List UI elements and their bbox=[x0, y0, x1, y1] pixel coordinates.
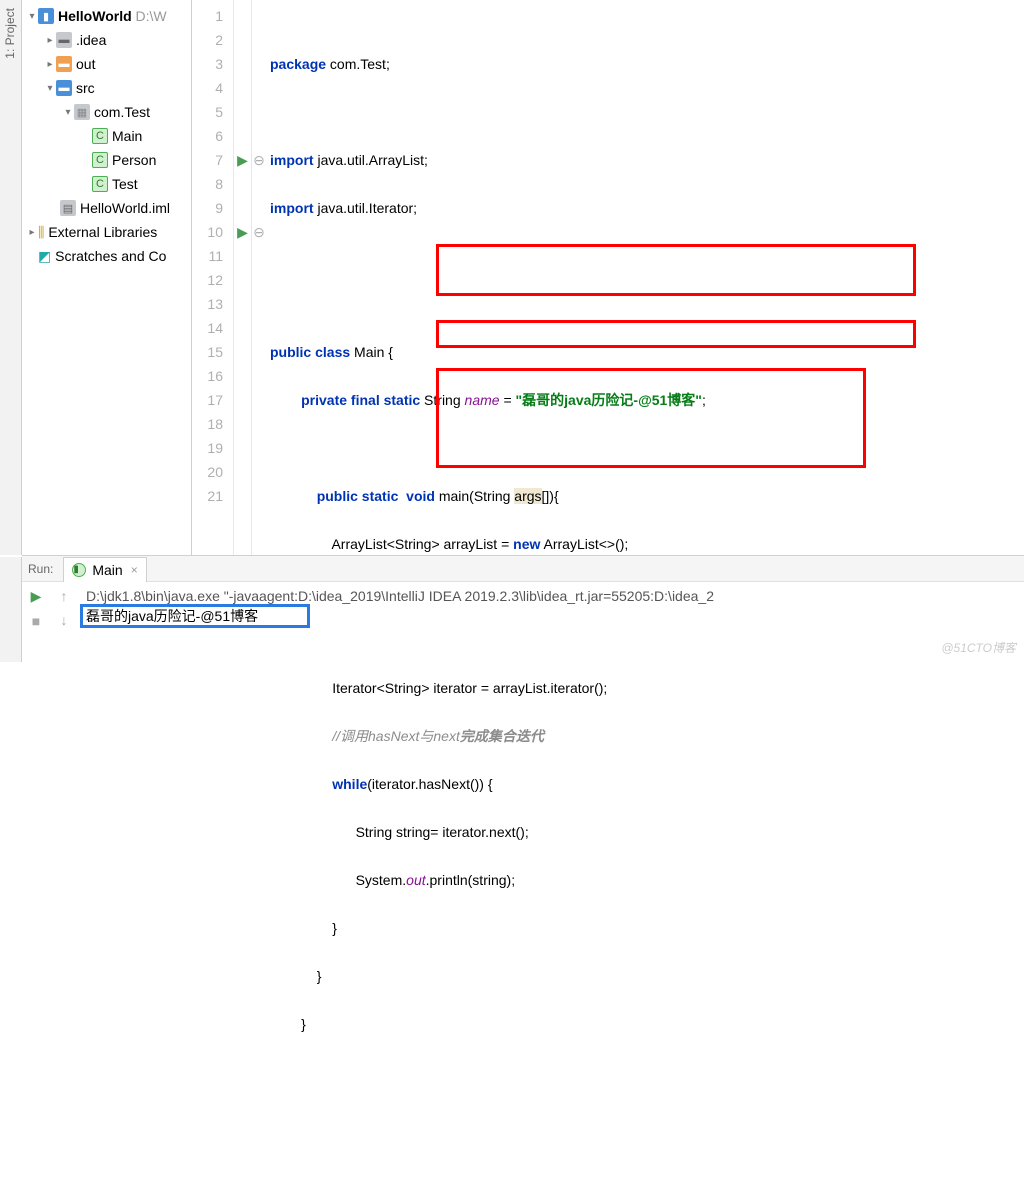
fold-gutter[interactable]: ⊖ ⊖ bbox=[252, 0, 266, 555]
rerun-icon[interactable]: ▶ bbox=[31, 588, 42, 605]
project-tool-tab[interactable]: 1: Project bbox=[0, 0, 22, 555]
tree-class-person[interactable]: CPerson bbox=[22, 148, 191, 172]
run-output[interactable]: D:\jdk1.8\bin\java.exe "-javaagent:D:\id… bbox=[78, 582, 1024, 662]
tree-scratches[interactable]: ◩ Scratches and Co bbox=[22, 244, 191, 268]
folder-icon: ▬ bbox=[56, 32, 72, 48]
run-header: Run: ▮ Main × bbox=[22, 556, 1024, 582]
code-content[interactable]: package com.Test; import java.util.Array… bbox=[266, 0, 1024, 555]
annotation-box-1 bbox=[436, 244, 916, 296]
run-panel: Run: ▮ Main × ▶ ■ ↑ ↓ D:\jdk1.8\bin\java… bbox=[22, 555, 1024, 662]
tree-idea[interactable]: ▸▬.idea bbox=[22, 28, 191, 52]
code-editor[interactable]: 123456789101112131415161718192021 ▶ ▶ ⊖ … bbox=[192, 0, 1024, 555]
close-tab-icon[interactable]: × bbox=[131, 563, 138, 577]
tree-package[interactable]: ▾▦com.Test bbox=[22, 100, 191, 124]
annotation-box-3 bbox=[436, 368, 866, 468]
line-gutter: 123456789101112131415161718192021 bbox=[192, 0, 234, 555]
tree-src[interactable]: ▾▬src bbox=[22, 76, 191, 100]
tree-out[interactable]: ▸▬out bbox=[22, 52, 191, 76]
tree-root-path: D:\W bbox=[136, 8, 167, 24]
project-tab-label: 1: Project bbox=[3, 8, 17, 59]
annotation-box-2 bbox=[436, 320, 916, 348]
run-body: ▶ ■ ↑ ↓ D:\jdk1.8\bin\java.exe "-javaage… bbox=[22, 582, 1024, 662]
run-tab-main[interactable]: ▮ Main × bbox=[63, 557, 146, 582]
run-gutter[interactable]: ▶ ▶ bbox=[234, 0, 252, 555]
down-icon[interactable]: ↓ bbox=[61, 612, 68, 628]
structure-tool-tab[interactable] bbox=[0, 557, 22, 662]
project-icon: ▮ bbox=[38, 8, 54, 24]
main-area: ▾▮HelloWorld D:\W ▸▬.idea ▸▬out ▾▬src ▾▦… bbox=[22, 0, 1024, 555]
file-icon: ▤ bbox=[60, 200, 76, 216]
run-class-icon[interactable]: ▶ bbox=[234, 148, 251, 172]
watermark: @51CTO博客 bbox=[941, 639, 1016, 656]
tree-class-main[interactable]: CMain bbox=[22, 124, 191, 148]
run-label: Run: bbox=[28, 562, 53, 576]
stop-icon[interactable]: ■ bbox=[32, 613, 40, 629]
class-icon: C bbox=[92, 152, 108, 168]
annotation-box-output bbox=[80, 604, 310, 628]
source-folder-icon: ▬ bbox=[56, 80, 72, 96]
class-icon: C bbox=[92, 176, 108, 192]
package-icon: ▦ bbox=[74, 104, 90, 120]
tree-iml[interactable]: ▤HelloWorld.iml bbox=[22, 196, 191, 220]
scratches-icon: ◩ bbox=[38, 248, 51, 265]
run-controls: ▶ ■ bbox=[22, 582, 50, 662]
class-icon: ▮ bbox=[72, 563, 86, 577]
run-main-icon[interactable]: ▶ bbox=[234, 220, 251, 244]
project-tree[interactable]: ▾▮HelloWorld D:\W ▸▬.idea ▸▬out ▾▬src ▾▦… bbox=[22, 0, 192, 555]
tree-class-test[interactable]: CTest bbox=[22, 172, 191, 196]
library-icon: ⫼ bbox=[38, 224, 44, 241]
run-cmd-line: D:\jdk1.8\bin\java.exe "-javaagent:D:\id… bbox=[86, 588, 1016, 604]
up-icon[interactable]: ↑ bbox=[61, 588, 68, 604]
tree-root[interactable]: ▾▮HelloWorld D:\W bbox=[22, 4, 191, 28]
folder-icon: ▬ bbox=[56, 56, 72, 72]
tree-root-name: HelloWorld bbox=[58, 8, 132, 24]
class-icon: C bbox=[92, 128, 108, 144]
run-nav: ↑ ↓ bbox=[50, 582, 78, 662]
tree-external-libs[interactable]: ▸⫼ External Libraries bbox=[22, 220, 191, 244]
